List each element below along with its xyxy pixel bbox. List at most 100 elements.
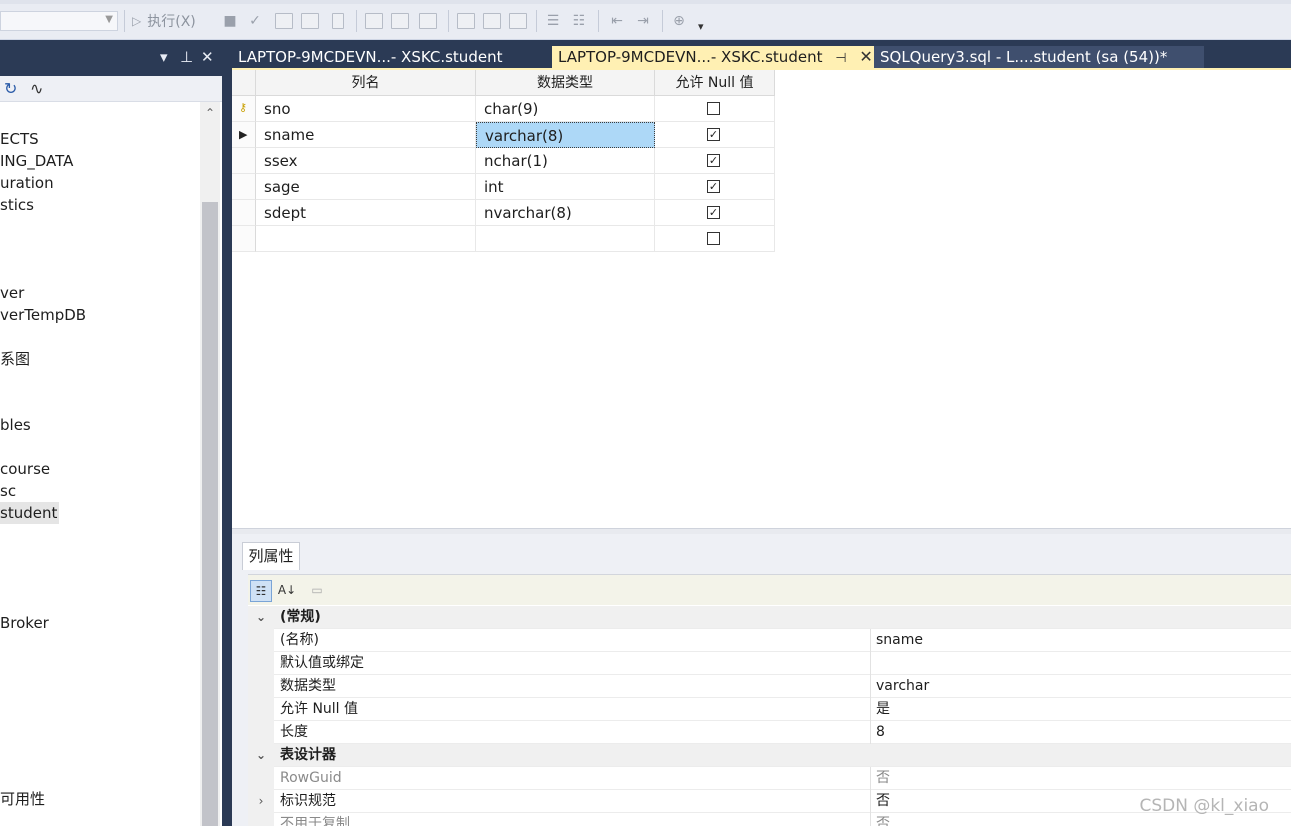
tree-item[interactable]: 系图 xyxy=(0,348,30,370)
tree-item[interactable]: ver xyxy=(0,282,24,304)
alphabetical-icon[interactable]: A↓ xyxy=(276,580,298,602)
property-category[interactable]: ⌄ 表设计器 xyxy=(248,744,1291,767)
decrease-indent-icon[interactable]: ⇤ xyxy=(606,11,628,31)
nullable-checkbox[interactable]: ✓ xyxy=(707,128,720,141)
property-name: 数据类型 xyxy=(280,678,336,694)
property-value[interactable]: 8 xyxy=(876,721,885,744)
property-row[interactable]: 允许 Null 值 是 xyxy=(248,698,1291,721)
property-value[interactable]: 否 xyxy=(876,790,890,813)
tree-item[interactable]: stics xyxy=(0,194,34,216)
close-icon[interactable]: ✕ xyxy=(859,47,872,66)
cell-column-name[interactable]: sage xyxy=(256,174,476,200)
row-selector[interactable] xyxy=(232,200,256,226)
nullable-checkbox[interactable]: ✓ xyxy=(707,180,720,193)
query-options-icon[interactable] xyxy=(300,11,320,31)
tree-item[interactable]: uration xyxy=(0,172,54,194)
pin-icon[interactable]: ⊥ xyxy=(180,48,193,66)
parse-check-icon[interactable]: ✓ xyxy=(246,11,264,31)
categorized-icon[interactable]: ☷ xyxy=(250,580,272,602)
tree-item[interactable]: course xyxy=(0,458,50,480)
cell-column-name[interactable]: sdept xyxy=(256,200,476,226)
specify-values-icon[interactable]: ⊕ xyxy=(668,11,690,31)
database-selector[interactable]: ▼ xyxy=(0,11,118,31)
collapse-icon[interactable]: ⌄ xyxy=(248,744,274,767)
cell-column-name[interactable]: sname xyxy=(256,122,476,148)
property-pages-icon[interactable]: ▭ xyxy=(306,580,328,602)
nullable-checkbox[interactable] xyxy=(707,102,720,115)
query-plan-icon[interactable] xyxy=(274,11,294,31)
tab-column-properties[interactable]: 列属性 xyxy=(242,542,300,570)
row-selector[interactable] xyxy=(232,174,256,200)
tree-item[interactable]: verTempDB xyxy=(0,304,86,326)
property-row[interactable]: RowGuid 否 xyxy=(248,767,1291,790)
tree-item[interactable]: sc xyxy=(0,480,16,502)
cell-column-name[interactable] xyxy=(256,226,476,252)
results-text-icon[interactable] xyxy=(456,11,476,31)
tree-item[interactable]: ECTS xyxy=(0,128,39,150)
actual-plan-icon[interactable] xyxy=(390,11,410,31)
property-category[interactable]: ⌄ (常规) xyxy=(248,606,1291,629)
collapse-icon[interactable]: ⌄ xyxy=(248,606,274,629)
property-value[interactable]: varchar xyxy=(876,675,929,698)
estimated-plan-icon[interactable] xyxy=(364,11,384,31)
row-selector[interactable] xyxy=(232,226,256,252)
cell-data-type[interactable]: nvarchar(8) xyxy=(476,200,655,226)
results-file-icon[interactable] xyxy=(508,11,528,31)
tree-item[interactable]: 可用性 xyxy=(0,788,45,810)
column-header-type: 数据类型 xyxy=(476,70,655,96)
tree-item[interactable]: bles xyxy=(0,414,31,436)
scroll-up-icon[interactable]: ⌃ xyxy=(205,106,215,120)
property-row[interactable]: 不用于复制 否 xyxy=(248,813,1291,826)
nullable-checkbox[interactable]: ✓ xyxy=(707,154,720,167)
expand-icon[interactable]: › xyxy=(248,790,274,813)
explorer-tree: ECTS ING_DATA uration stics ver verTempD… xyxy=(0,102,200,826)
cell-column-name[interactable]: sno xyxy=(256,96,476,122)
row-selector[interactable] xyxy=(232,148,256,174)
current-row-icon: ▶ xyxy=(239,128,248,141)
client-stats-icon[interactable] xyxy=(418,11,438,31)
cell-data-type[interactable]: char(9) xyxy=(476,96,655,122)
property-row[interactable]: › 标识规范 否 xyxy=(248,790,1291,813)
row-selector[interactable]: ▶ xyxy=(232,122,256,148)
property-row[interactable]: 数据类型 varchar xyxy=(248,675,1291,698)
refresh-icon[interactable]: ↻ xyxy=(4,79,17,98)
explorer-scrollbar[interactable]: ⌃ xyxy=(200,102,220,826)
scrollbar-thumb[interactable] xyxy=(202,202,218,826)
tab-sql-query[interactable]: SQLQuery3.sql - L....student (sa (54))* xyxy=(874,46,1204,70)
property-row[interactable]: (名称) sname xyxy=(248,629,1291,652)
cell-data-type[interactable]: int xyxy=(476,174,655,200)
comment-icon[interactable]: ☰ xyxy=(544,11,562,31)
column-separator xyxy=(870,813,871,826)
nullable-checkbox[interactable] xyxy=(707,232,720,245)
pin-icon[interactable]: ⊣ xyxy=(835,51,846,66)
toolbar-overflow-icon[interactable]: ▾ xyxy=(698,16,704,36)
row-gutter xyxy=(248,675,274,698)
dropdown-icon[interactable]: ▾ xyxy=(160,48,168,66)
intellisense-icon[interactable] xyxy=(328,11,348,31)
stop-icon[interactable]: ■ xyxy=(222,11,238,31)
execute-button[interactable]: ▷ 执行(X) xyxy=(132,11,212,31)
activity-monitor-icon[interactable]: ∿ xyxy=(30,79,43,98)
cell-data-type[interactable]: nchar(1) xyxy=(476,148,655,174)
play-icon: ▷ xyxy=(132,14,142,28)
tree-item[interactable]: Broker xyxy=(0,612,49,634)
cell-data-type[interactable] xyxy=(476,226,655,252)
close-icon[interactable]: ✕ xyxy=(201,48,214,66)
increase-indent-icon[interactable]: ⇥ xyxy=(632,11,654,31)
uncomment-icon[interactable]: ☷ xyxy=(570,11,588,31)
property-value[interactable]: 是 xyxy=(876,698,890,721)
property-row[interactable]: 长度 8 xyxy=(248,721,1291,744)
panel-splitter[interactable] xyxy=(222,40,232,826)
tab-table-design-2[interactable]: LAPTOP-9MCDEVN...- XSKC.student ⊣ ✕ xyxy=(552,46,874,70)
chevron-down-icon: ▼ xyxy=(105,14,113,25)
property-row[interactable]: 默认值或绑定 xyxy=(248,652,1291,675)
cell-column-name[interactable]: ssex xyxy=(256,148,476,174)
tree-item-selected[interactable]: student xyxy=(0,502,60,524)
results-grid-icon[interactable] xyxy=(482,11,502,31)
property-value[interactable]: sname xyxy=(876,629,923,652)
tree-item[interactable]: ING_DATA xyxy=(0,150,73,172)
cell-data-type-selected[interactable]: varchar(8) xyxy=(476,122,655,148)
tab-table-design-1[interactable]: LAPTOP-9MCDEVN...- XSKC.student xyxy=(232,46,550,70)
nullable-checkbox[interactable]: ✓ xyxy=(707,206,720,219)
row-selector[interactable]: ⚷ xyxy=(232,96,256,122)
